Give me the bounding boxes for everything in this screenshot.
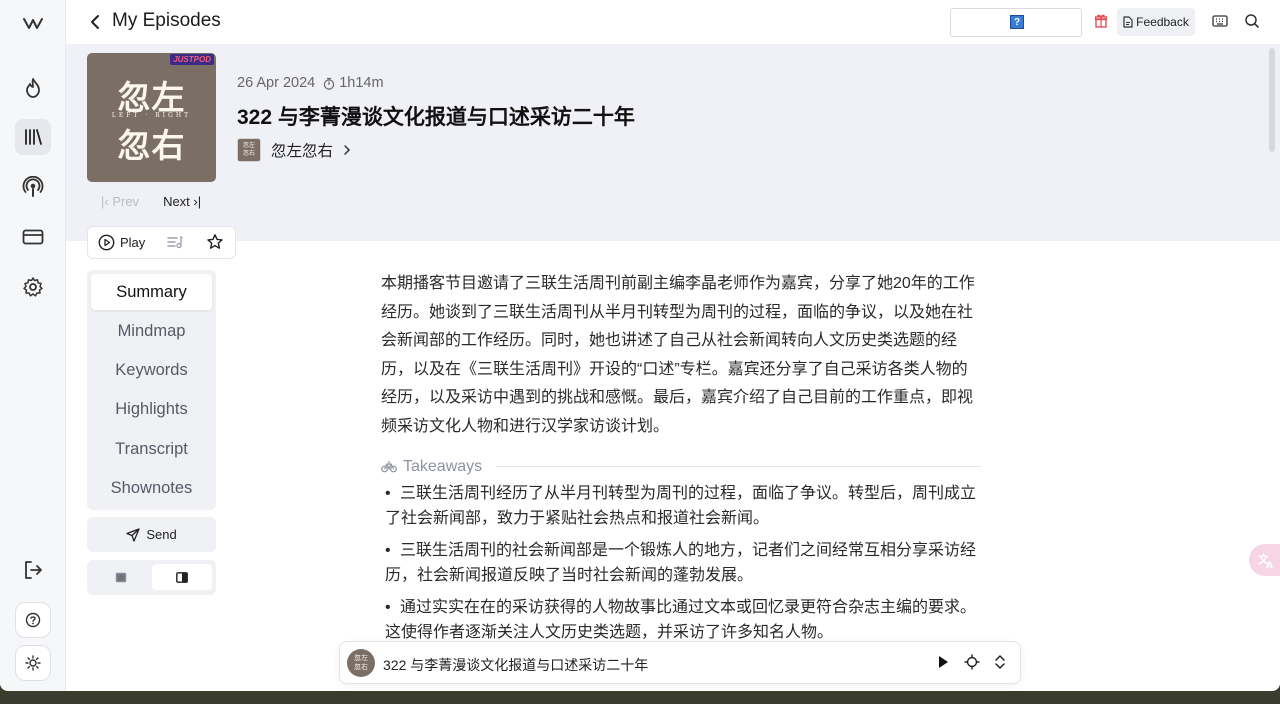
flame-icon[interactable]: [15, 70, 51, 106]
content-tabs: Summary Mindmap Keywords Highlights Tran…: [87, 270, 216, 510]
tab-mindmap[interactable]: Mindmap: [91, 313, 212, 349]
card-icon[interactable]: [15, 219, 51, 255]
list-item: • 通过实实在在的采访获得的人物故事比通过文本或回忆录更符合杂志主编的要求。这使得…: [385, 598, 977, 641]
keyboard-icon[interactable]: [1212, 14, 1228, 33]
summary-panel: 本期播客节目邀请了三联生活周刊前副主编李晶老师作为嘉宾，分享了她20年的工作经历…: [381, 270, 981, 652]
episode-duration: 1h14m: [339, 75, 384, 91]
player-title: 322 与李菁漫谈文化报道与口述采访二十年: [383, 657, 649, 673]
tab-summary[interactable]: Summary: [91, 274, 212, 310]
left-rail: [0, 0, 66, 691]
episode-nav: |‹ Prev Next ›|: [101, 194, 201, 209]
takeaway-text: 通过实实在在的采访获得的人物故事比通过文本或回忆录更符合杂志主编的要求。这使得作…: [385, 598, 977, 641]
locate-icon[interactable]: [964, 654, 980, 675]
play-circle-icon: [98, 234, 115, 251]
send-button[interactable]: Send: [87, 517, 216, 552]
podcast-cover: JUSTPOD 忽左 LEFT · RIGHT 忽右: [87, 53, 216, 182]
page-title: My Episodes: [112, 10, 221, 31]
scrollbar[interactable]: [1269, 48, 1275, 152]
bicycle-icon: [381, 461, 397, 473]
back-chevron-icon[interactable]: [88, 12, 106, 32]
view-toggle: [87, 560, 216, 595]
split-view-icon[interactable]: [152, 564, 212, 590]
summary-text: 本期播客节目邀请了三联生活周刊前副主编李晶老师作为嘉宾，分享了她20年的工作经历…: [381, 275, 975, 435]
prev-label: Prev: [112, 194, 140, 209]
takeaway-text: 三联生活周刊的社会新闻部是一个锻炼人的地方，记者们之间经常互相分享采访经历，社会…: [385, 541, 977, 584]
podcast-name: 忽左忽右: [271, 143, 334, 160]
feedback-button[interactable]: Feedback: [1117, 8, 1195, 36]
gift-icon[interactable]: [1094, 14, 1108, 33]
prev-icon: |‹: [101, 194, 113, 209]
list-item: • 三联生活周刊经历了从半月刊转型为周刊的过程，面临了争议。转型后，周刊成立了社会…: [385, 484, 977, 527]
episode-actions: Play: [87, 226, 236, 259]
single-column-view-icon[interactable]: [91, 564, 151, 590]
top-bar: My Episodes ? Feedback: [66, 0, 1280, 44]
feedback-label: Feedback: [1136, 15, 1189, 29]
next-label: Next: [163, 194, 190, 209]
cover-subtitle: LEFT · RIGHT: [111, 112, 192, 119]
queue-icon[interactable]: [167, 235, 183, 254]
takeaway-text: 三联生活周刊经历了从半月刊转型为周刊的过程，面临了争议。转型后，周刊成立了社会新…: [385, 484, 977, 527]
translate-icon[interactable]: 文A: [1249, 544, 1280, 576]
play-label: Play: [120, 235, 146, 250]
chevron-right-icon: [344, 145, 351, 155]
help-icon[interactable]: [15, 602, 51, 638]
cover-title-line2: 忽右: [117, 126, 186, 165]
search-input[interactable]: ?: [950, 8, 1082, 37]
stopwatch-icon: [324, 77, 335, 90]
cover-badge: JUSTPOD: [170, 54, 214, 65]
play-icon[interactable]: [936, 654, 950, 675]
expand-icon[interactable]: [994, 654, 1006, 675]
episode-header: JUSTPOD 忽左 LEFT · RIGHT 忽右 26 Apr 2024 1…: [66, 44, 1280, 241]
tab-shownotes[interactable]: Shownotes: [91, 470, 212, 506]
takeaways-header: Takeaways: [381, 458, 981, 476]
app-window: My Episodes ? Feedback JUSTPOD 忽左 LEFT ·…: [0, 0, 1280, 691]
send-label: Send: [146, 527, 177, 542]
player-cover: 忽左 忽右: [347, 649, 375, 677]
next-button[interactable]: Next ›|: [163, 194, 201, 209]
list-item: • 三联生活周刊的社会新闻部是一个锻炼人的地方，记者们之间经常互相分享采访经历，社…: [385, 541, 977, 584]
search-icon[interactable]: [1244, 13, 1260, 34]
takeaways-list: • 三联生活周刊经历了从半月刊转型为周刊的过程，面临了争议。转型后，周刊成立了社会…: [381, 481, 981, 645]
podcast-link[interactable]: 忽左 忽右 忽左忽右: [237, 138, 351, 162]
app-logo-icon[interactable]: [15, 5, 51, 41]
logout-icon[interactable]: [15, 552, 51, 588]
episode-meta: 26 Apr 2024 1h14m: [237, 75, 384, 91]
svg-text:A: A: [1266, 561, 1273, 569]
star-icon[interactable]: [206, 233, 224, 256]
play-button[interactable]: Play: [98, 234, 145, 251]
episode-date: 26 Apr 2024: [237, 75, 316, 91]
gear-icon[interactable]: [15, 269, 51, 305]
tab-transcript[interactable]: Transcript: [91, 431, 212, 467]
takeaways-divider: [496, 466, 981, 468]
placeholder-glyph-icon: ?: [1010, 15, 1024, 29]
takeaways-heading: Takeaways: [403, 457, 483, 475]
podcast-avatar: 忽左 忽右: [237, 138, 261, 162]
podcast-icon[interactable]: [15, 169, 51, 205]
mini-player: 忽左 忽右 322 与李菁漫谈文化报道与口述采访二十年: [339, 641, 1021, 684]
prev-button[interactable]: |‹ Prev: [101, 194, 139, 209]
next-icon: ›|: [189, 194, 202, 209]
tab-keywords[interactable]: Keywords: [91, 353, 212, 389]
send-icon: [126, 527, 140, 542]
sun-icon[interactable]: [15, 645, 51, 681]
document-icon: [1123, 16, 1133, 28]
episode-title: 322 与李菁漫谈文化报道与口述采访二十年: [237, 106, 635, 129]
library-icon[interactable]: [15, 119, 51, 155]
tab-highlights[interactable]: Highlights: [91, 392, 212, 428]
